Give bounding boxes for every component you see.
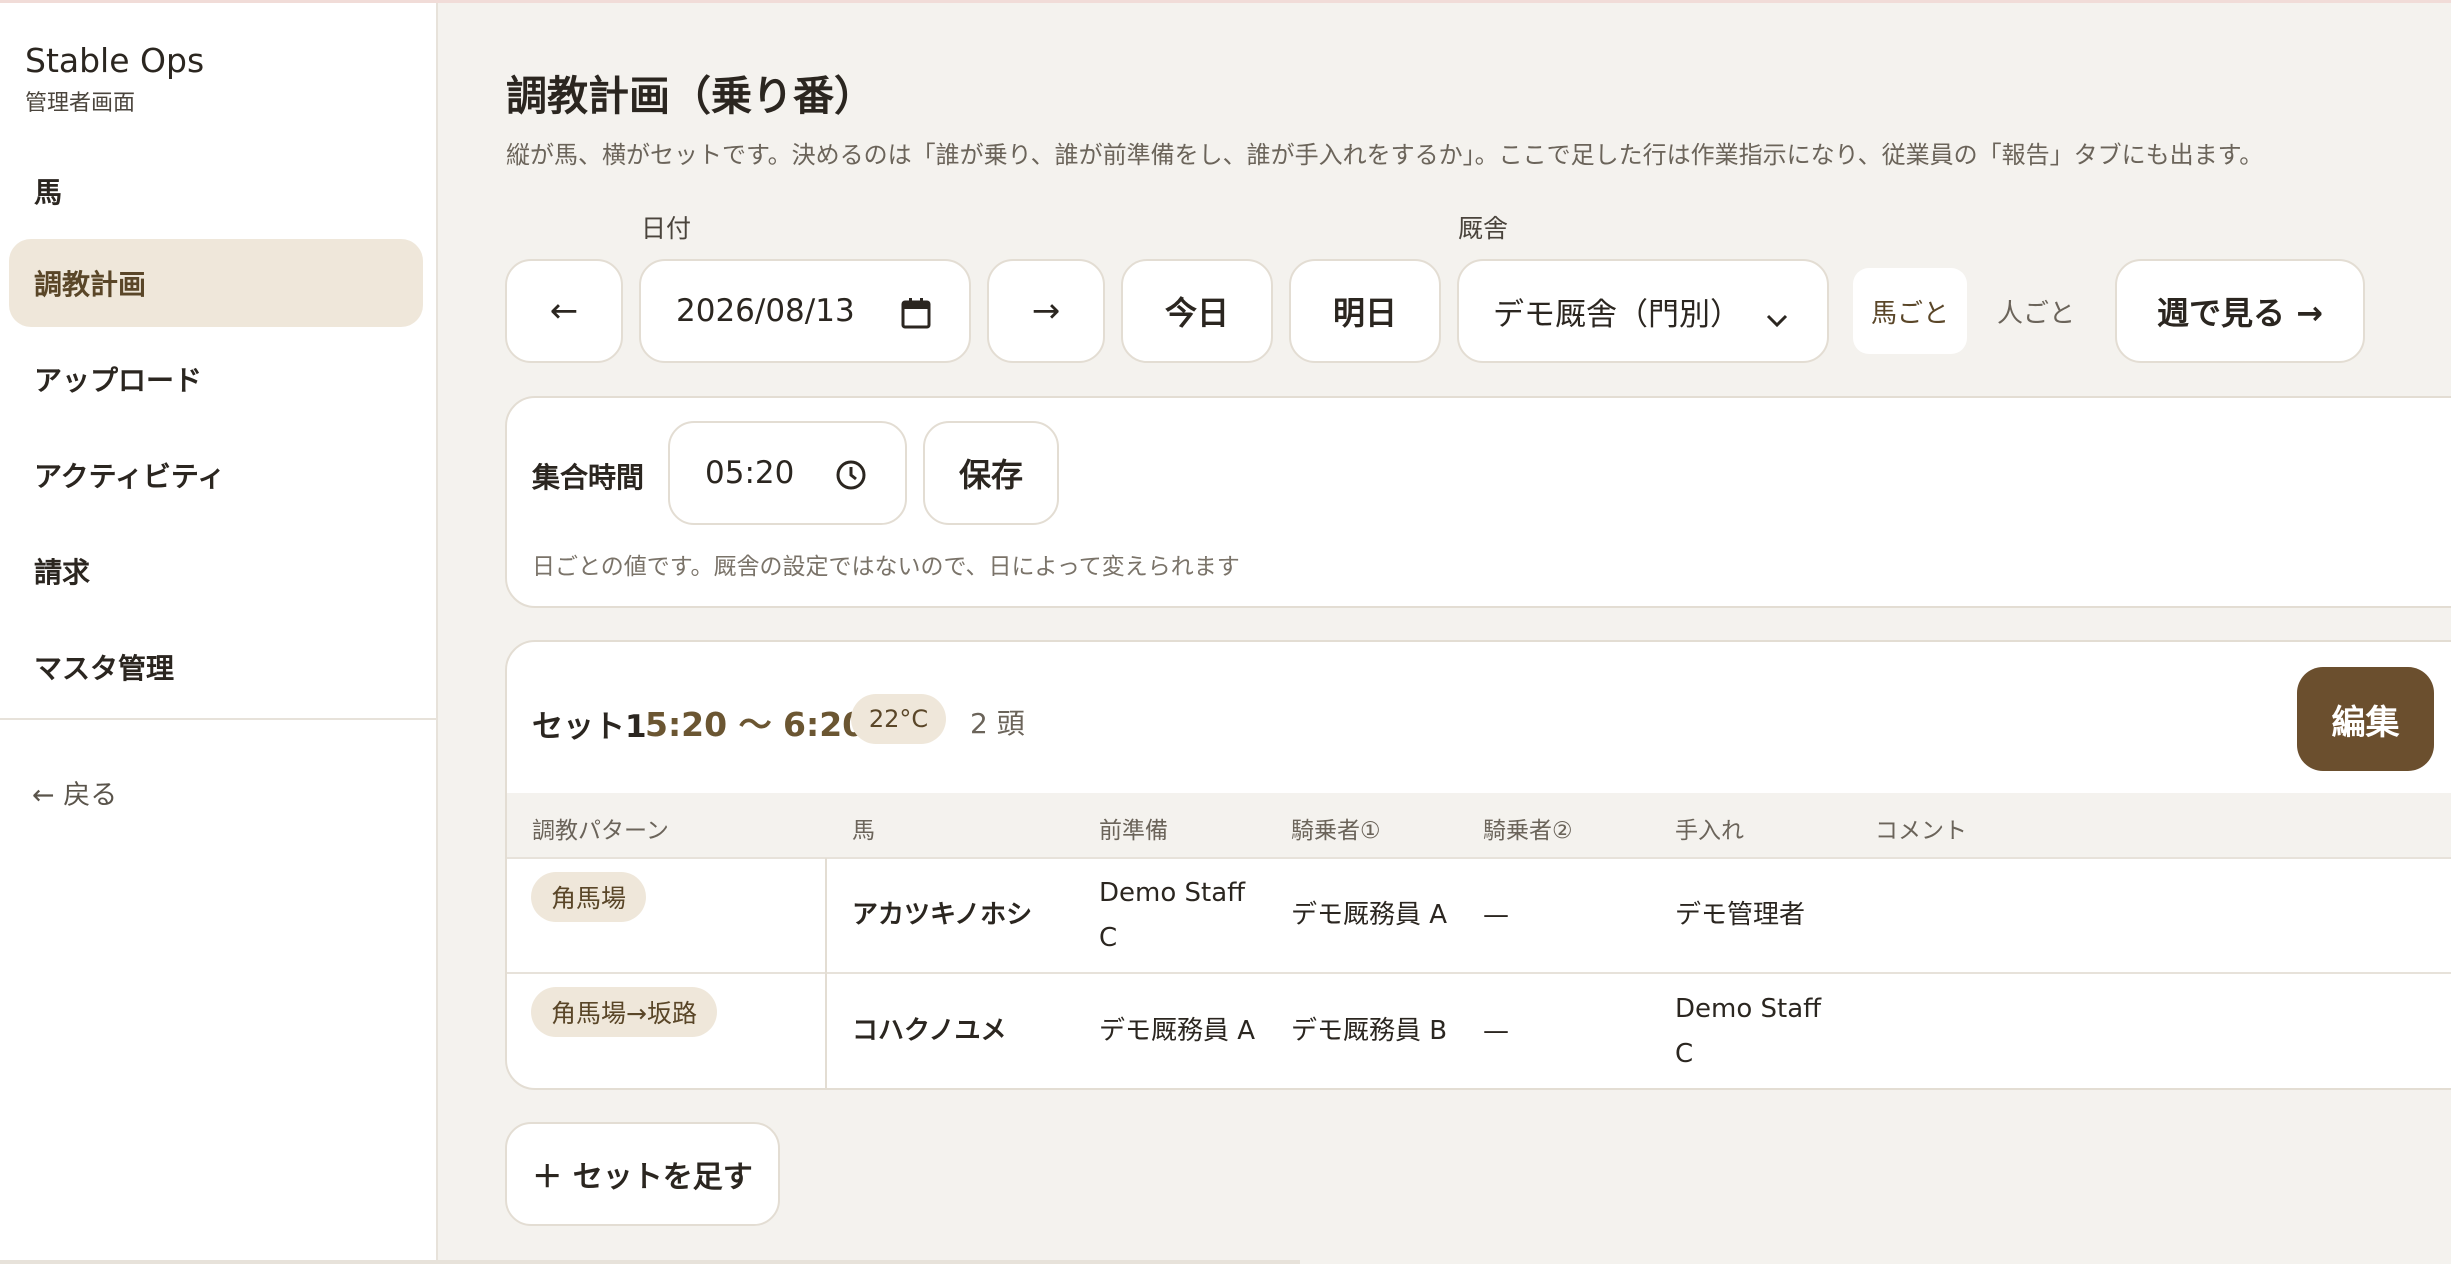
chevron-down-icon [1765,301,1789,337]
date-label: 日付 [641,214,692,243]
assembly-time-value: 05:20 [705,455,795,491]
sidebar-item-label: 請求 [34,556,91,589]
table-header [507,793,2451,857]
assembly-time-input[interactable]: 05:20 [668,421,907,525]
date-input[interactable]: 2026/08/13 [639,259,971,363]
tomorrow-button[interactable]: 明日 [1289,259,1441,363]
sidebar-item-label: 馬 [34,176,63,209]
column-header-rider1: 騎乗者① [1291,818,1381,844]
sidebar-item-label: マスタ管理 [34,652,175,685]
care-person: Demo Staff C [1675,994,1822,1069]
column-header-comment: コメント [1875,818,1967,844]
rider2: — [1483,900,1509,930]
clock-icon[interactable] [835,459,867,499]
week-view-button[interactable]: 週で見る → [2115,259,2365,363]
set-time-range: 5:20 〜 6:20 [645,705,866,744]
pattern-badge: 角馬場 [531,872,647,922]
back-link[interactable]: ← 戻る [32,773,117,812]
horse-name: アカツキノホシ [852,900,1033,930]
horse-name: コハクノユメ [852,1016,1007,1046]
stable-select-value: デモ厩舎（門別） [1493,296,1741,333]
stable-label: 厩舎 [1458,214,1509,243]
page-description: 縦が馬、横がセットです。決めるのは「誰が乗り、誰が前準備をし、誰が手入れをするか… [506,141,2264,169]
view-by-horse-toggle[interactable]: 馬ごと [1853,268,1967,354]
sidebar-item-master[interactable]: マスタ管理 [9,623,423,711]
date-value: 2026/08/13 [676,293,855,329]
sidebar-item-activity[interactable]: アクティビティ [9,431,423,519]
sidebar-item-label: アクティビティ [34,460,226,493]
view-by-person-toggle[interactable]: 人ごと [1974,268,2098,354]
column-header-care: 手入れ [1675,818,1744,844]
column-header-prep: 前準備 [1099,818,1168,844]
rider1: デモ厩務員 A [1291,900,1448,930]
brand-title: Stable Ops [25,41,205,80]
sidebar-item-billing[interactable]: 請求 [9,527,423,615]
pattern-badge: 角馬場→坂路 [531,987,717,1037]
column-header-horse: 馬 [852,818,875,844]
column-divider [825,858,827,1089]
prep-person: デモ厩務員 A [1099,1016,1256,1046]
sidebar: Stable Ops 管理者画面 馬 調教計画 アップロード アクティビティ 請… [0,3,438,1264]
row-divider [507,972,2451,974]
prep-person: Demo Staff C [1099,878,1246,953]
sidebar-item-training-plan[interactable]: 調教計画 [9,239,423,327]
sidebar-item-label: 調教計画 [34,268,147,301]
assembly-time-label: 集合時間 [532,461,645,494]
temperature-badge: 22°C [851,694,946,744]
save-button[interactable]: 保存 [923,421,1059,525]
prev-day-button[interactable]: ← [505,259,623,363]
brand-subtitle: 管理者画面 [25,91,136,116]
set-name: セット1 [532,709,647,745]
column-header-pattern: 調教パターン [532,818,669,844]
row-divider [507,857,2451,859]
sidebar-item-label: アップロード [34,364,203,397]
sidebar-item-horses[interactable]: 馬 [9,147,423,235]
horse-count: 2 頭 [970,707,1025,740]
stable-select[interactable]: デモ厩舎（門別） [1457,259,1829,363]
sidebar-divider [0,718,436,720]
care-person: デモ管理者 [1675,900,1806,930]
today-button[interactable]: 今日 [1121,259,1273,363]
next-day-button[interactable]: → [987,259,1105,363]
page-title: 調教計画（乗り番） [506,72,875,120]
edit-button[interactable]: 編集 [2297,667,2434,771]
add-set-button[interactable]: ＋ セットを足す [505,1122,780,1226]
rider1: デモ厩務員 B [1291,1016,1448,1046]
calendar-icon[interactable] [901,297,931,337]
bottom-border [0,1260,1300,1264]
column-header-rider2: 騎乗者② [1483,818,1573,844]
assembly-hint: 日ごとの値です。厩舎の設定ではないので、日によって変えられます [532,554,1240,580]
rider2: — [1483,1016,1509,1046]
sidebar-item-upload[interactable]: アップロード [9,335,423,423]
